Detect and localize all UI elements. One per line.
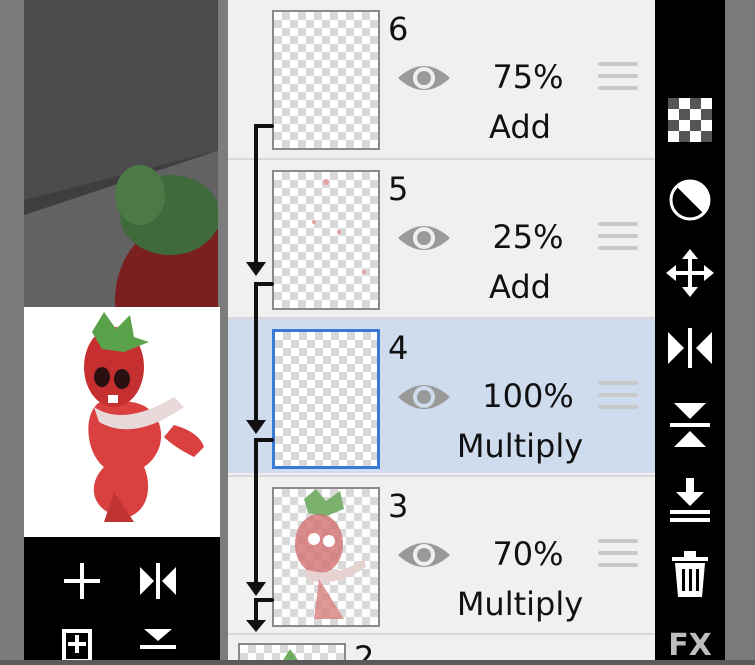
flip-vertical-icon[interactable]	[136, 625, 180, 660]
drag-handle-icon[interactable]	[598, 381, 638, 413]
layer-number: 6	[388, 10, 409, 48]
checker-icon[interactable]	[655, 95, 725, 145]
flip-vertical-icon[interactable]	[655, 400, 725, 450]
canvas-area[interactable]	[0, 0, 228, 660]
layer-number: 5	[388, 170, 409, 208]
canvas-preview	[24, 307, 220, 537]
flip-horizontal-icon[interactable]	[655, 323, 725, 373]
drag-handle-icon[interactable]	[598, 539, 638, 571]
layer-number: 2	[354, 639, 375, 660]
layer-thumbnail-art	[312, 179, 366, 274]
clipping-arrows	[246, 124, 274, 632]
layer-blend-mode[interactable]: Add	[438, 108, 602, 146]
layer-thumbnail[interactable]	[272, 10, 380, 150]
layer-opacity[interactable]: 100%	[478, 377, 578, 415]
drag-handle-icon[interactable]	[598, 62, 638, 94]
add-icon[interactable]	[60, 559, 104, 610]
eye-icon[interactable]	[396, 58, 452, 98]
layer-row-6[interactable]: 6 75% Add	[228, 0, 655, 154]
layers-panel: 6 75% Add 5 25% Add 4 100% Multiply 3 70…	[228, 0, 655, 660]
right-toolbar: FX	[655, 0, 725, 663]
layer-number: 4	[388, 329, 409, 367]
layer-opacity[interactable]: 70%	[478, 535, 578, 573]
layer-row-5[interactable]: 5 25% Add	[228, 158, 655, 314]
strawberry-preview-image	[84, 312, 204, 522]
layer-thumbnail[interactable]	[272, 329, 380, 469]
layer-number: 3	[388, 487, 409, 525]
drag-handle-icon[interactable]	[598, 222, 638, 254]
layer-blend-mode[interactable]: Multiply	[438, 585, 602, 623]
add-layer-icon[interactable]	[60, 625, 104, 660]
layer-blend-mode[interactable]: Multiply	[438, 427, 602, 465]
half-circle-icon[interactable]	[655, 175, 725, 225]
flip-horizontal-icon[interactable]	[136, 559, 180, 610]
merge-down-icon[interactable]	[655, 475, 725, 525]
eye-icon[interactable]	[396, 218, 452, 258]
fx-button[interactable]: FX	[655, 625, 725, 665]
trash-icon[interactable]	[655, 550, 725, 600]
left-toolbar	[24, 537, 220, 660]
layer-opacity[interactable]: 75%	[478, 58, 578, 96]
layer-row-2[interactable]: 2	[228, 633, 655, 660]
eye-icon[interactable]	[396, 377, 452, 417]
layer-opacity[interactable]: 25%	[478, 218, 578, 256]
layer-row-4[interactable]: 4 100% Multiply	[228, 317, 655, 473]
right-edge	[725, 0, 755, 660]
layer-row-3[interactable]: 3 70% Multiply	[228, 475, 655, 631]
layer-thumbnail[interactable]	[272, 170, 380, 310]
layer-blend-mode[interactable]: Add	[438, 268, 602, 306]
layer-thumbnail[interactable]	[272, 487, 380, 627]
eye-icon[interactable]	[396, 535, 452, 575]
move-icon[interactable]	[655, 248, 725, 298]
layer-thumbnail-art	[295, 489, 366, 619]
